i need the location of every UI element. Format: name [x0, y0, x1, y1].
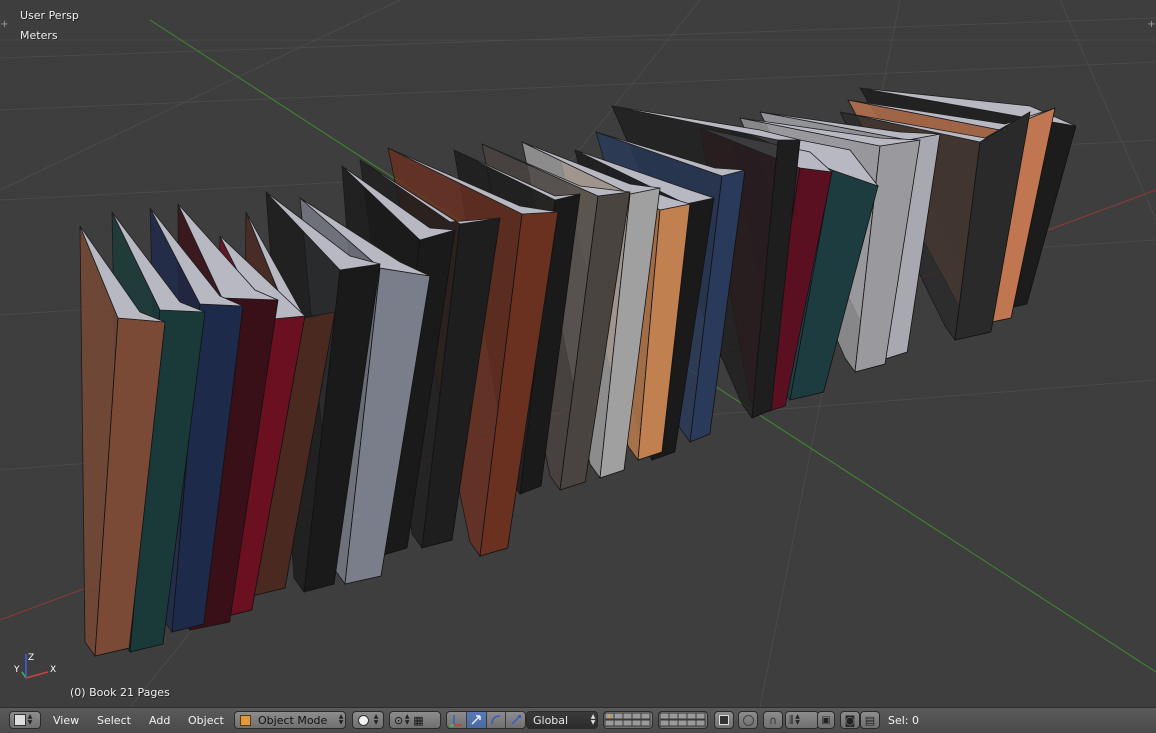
menu-add[interactable]: Add — [149, 714, 170, 727]
axis-gizmo: X Y Z — [13, 653, 56, 679]
cube-icon — [14, 714, 26, 726]
rotate-arc-icon — [491, 715, 500, 725]
editor-type-selector[interactable]: ▲ ▼ — [9, 711, 41, 729]
scene-canvas[interactable] — [0, 0, 1156, 707]
proportional-edit-icon — [742, 714, 754, 726]
menu-select[interactable]: Select — [97, 714, 131, 727]
proportional-editing-button[interactable] — [738, 711, 758, 729]
manipulator-group — [446, 711, 526, 729]
opengl-render-animation-button[interactable]: ▤ — [860, 711, 880, 729]
pivot-icon: ⊙ — [394, 713, 404, 727]
snap-target-button[interactable]: ▣ — [817, 711, 835, 729]
chevron-updown-icon: ▲ ▼ — [338, 713, 344, 726]
chevron-updown-icon: ▲ ▼ — [373, 713, 379, 726]
orientation-label: Global — [533, 713, 569, 727]
bookshelf-books[interactable] — [79, 87, 1077, 658]
transform-orientation-selector[interactable]: Global ▲ ▼ — [526, 711, 598, 729]
layer-lock-button[interactable] — [714, 711, 734, 729]
clapperboard-icon: ▤ — [864, 713, 876, 727]
selected-object-label: (0) Book 21 Pages — [70, 686, 170, 699]
axis-z-label: Z — [28, 653, 34, 663]
menu-object[interactable]: Object — [188, 714, 224, 727]
mode-label: Object Mode — [258, 713, 328, 727]
scale-arrow-icon — [511, 715, 521, 725]
mode-selector[interactable]: Object Mode ▲ ▼ — [234, 711, 346, 729]
manipulate-centers-icon[interactable]: ▦ — [413, 714, 423, 727]
layer-lock-icon — [719, 715, 729, 725]
translate-arrow-icon — [471, 715, 481, 725]
region-corner-right[interactable]: + — [1147, 20, 1156, 30]
chevron-updown-icon: ▲ ▼ — [27, 713, 33, 726]
scene-layers-1[interactable] — [603, 711, 653, 729]
opengl-render-image-button[interactable]: ◙ — [840, 711, 860, 729]
axis-y-label: Y — [13, 665, 20, 675]
magnet-icon: ∩ — [768, 713, 778, 727]
translate-manipulator-button[interactable] — [466, 712, 487, 728]
solid-shading-icon — [358, 714, 369, 726]
snap-element-selector[interactable]: ⫼ ▲ ▼ — [785, 711, 819, 729]
scale-manipulator-button[interactable] — [506, 712, 525, 728]
camera-icon: ◙ — [844, 713, 856, 727]
view-name-label: User Persp — [20, 9, 79, 22]
chevron-updown-icon: ▲ ▼ — [404, 713, 410, 726]
region-corner-left[interactable]: + — [0, 20, 9, 30]
layers-grid-icon — [604, 712, 651, 727]
transform-widget-icon — [450, 715, 463, 727]
rotate-manipulator-button[interactable] — [487, 712, 507, 728]
units-label: Meters — [20, 29, 58, 42]
layers-grid-icon — [659, 712, 706, 727]
pivot-point-selector[interactable]: ⊙ ▲ ▼ ▦ — [389, 711, 441, 729]
scene-layers-2[interactable] — [658, 711, 708, 729]
axis-x-label: X — [50, 665, 56, 675]
viewport-shading-selector[interactable]: ▲ ▼ — [352, 711, 384, 729]
3d-viewport[interactable]: User Persp Meters + + X Y Z (0) Book 21 … — [0, 0, 1156, 707]
selection-count: Sel: 0 — [888, 714, 920, 727]
snap-target-icon: ▣ — [821, 714, 831, 726]
3d-view-header: ▲ ▼ View Select Add Object Object Mode ▲ ▼… — [0, 707, 1156, 733]
chevron-updown-icon: ▲ ▼ — [795, 713, 800, 726]
snap-toggle-button[interactable]: ∩ — [763, 711, 783, 729]
object-mode-icon — [240, 714, 251, 726]
chevron-updown-icon: ▲ ▼ — [590, 713, 596, 726]
manipulator-toggle[interactable] — [447, 712, 467, 728]
menu-view[interactable]: View — [53, 714, 79, 727]
